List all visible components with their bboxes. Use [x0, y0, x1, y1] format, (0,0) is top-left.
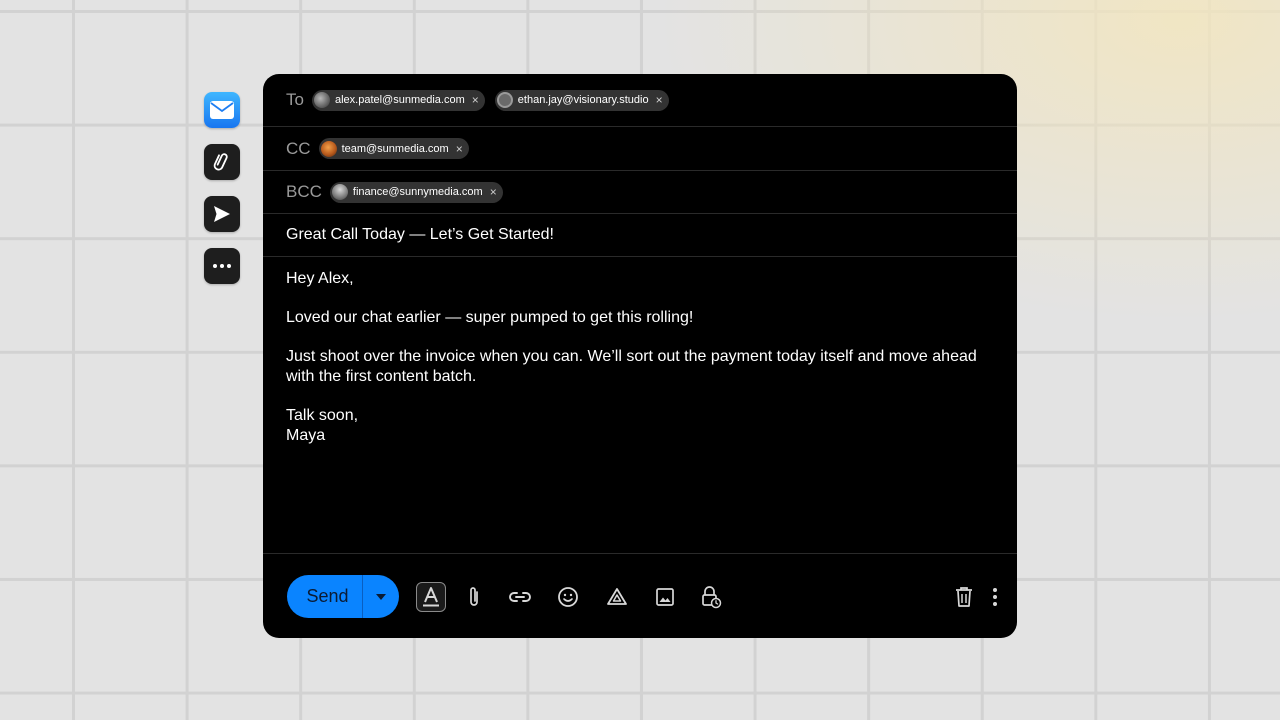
send-options-button[interactable] — [363, 575, 399, 618]
to-label: To — [286, 90, 304, 109]
lock-clock-icon — [702, 586, 722, 609]
cc-field[interactable]: CC team@sunmedia.com × — [263, 127, 1017, 171]
body-greeting: Hey Alex, — [286, 270, 354, 287]
formatting-button[interactable] — [416, 582, 446, 612]
insert-drive-button[interactable] — [602, 582, 632, 612]
recipient-chip[interactable]: finance@sunnymedia.com × — [329, 181, 503, 203]
more-vertical-icon — [993, 588, 997, 606]
recipient-email: finance@sunnymedia.com — [352, 186, 483, 198]
remove-recipient-icon[interactable]: × — [456, 143, 463, 155]
link-icon — [509, 592, 531, 602]
more-options-button[interactable] — [980, 582, 1010, 612]
more-button[interactable] — [204, 248, 240, 284]
send-icon — [214, 206, 230, 222]
subject-text: Great Call Today — Let’s Get Started! — [286, 226, 554, 243]
insert-photo-button[interactable] — [650, 582, 680, 612]
avatar — [313, 92, 330, 108]
mail-icon — [210, 101, 234, 119]
bcc-label: BCC — [286, 182, 322, 201]
recipient-chip[interactable]: ethan.jay@visionary.studio × — [494, 89, 669, 111]
send-button-group: Send — [287, 575, 399, 618]
image-icon — [656, 588, 674, 606]
recipient-email: ethan.jay@visionary.studio — [517, 94, 649, 106]
mail-button[interactable] — [204, 92, 240, 128]
more-horizontal-icon — [213, 264, 231, 268]
avatar — [320, 140, 337, 157]
body-signature: Maya — [286, 427, 326, 444]
remove-recipient-icon[interactable]: × — [490, 186, 497, 198]
discard-draft-button[interactable] — [949, 582, 979, 612]
compose-window: To alex.patel@sunmedia.com × ethan.jay@v… — [263, 74, 1017, 638]
cc-label: CC — [286, 138, 311, 158]
trash-icon — [956, 587, 972, 607]
avatar — [331, 184, 348, 200]
insert-link-button[interactable] — [505, 582, 535, 612]
confidential-mode-button[interactable] — [696, 582, 726, 612]
bcc-field[interactable]: BCC finance@sunnymedia.com × — [263, 171, 1017, 214]
remove-recipient-icon[interactable]: × — [656, 94, 663, 106]
recipient-email: alex.patel@sunmedia.com — [334, 94, 465, 106]
text-format-icon — [423, 587, 439, 607]
footer-divider — [263, 553, 1017, 554]
recipient-chip[interactable]: team@sunmedia.com × — [318, 138, 469, 159]
attach-file-button[interactable] — [459, 582, 489, 612]
drive-icon — [607, 588, 627, 605]
sent-button[interactable] — [204, 196, 240, 232]
avatar — [496, 92, 513, 108]
subject-field[interactable]: Great Call Today — Let’s Get Started! — [263, 214, 1017, 257]
recipient-chip[interactable]: alex.patel@sunmedia.com × — [311, 89, 485, 111]
side-dock — [204, 92, 240, 300]
caret-down-icon — [376, 593, 386, 600]
emoji-icon — [558, 587, 578, 607]
insert-emoji-button[interactable] — [553, 582, 583, 612]
to-field[interactable]: To alex.patel@sunmedia.com × ethan.jay@v… — [263, 74, 1017, 127]
body-signoff: Talk soon, — [286, 407, 359, 424]
message-body[interactable]: Hey Alex, Loved our chat earlier — super… — [286, 269, 986, 446]
remove-recipient-icon[interactable]: × — [472, 94, 479, 106]
attachments-button[interactable] — [204, 144, 240, 180]
send-button[interactable]: Send — [287, 575, 363, 618]
body-paragraph: Just shoot over the invoice when you can… — [286, 348, 977, 385]
recipient-email: team@sunmedia.com — [341, 142, 449, 155]
paperclip-icon — [470, 587, 478, 606]
paperclip-icon — [213, 153, 228, 171]
body-paragraph: Loved our chat earlier — super pumped to… — [286, 309, 694, 326]
